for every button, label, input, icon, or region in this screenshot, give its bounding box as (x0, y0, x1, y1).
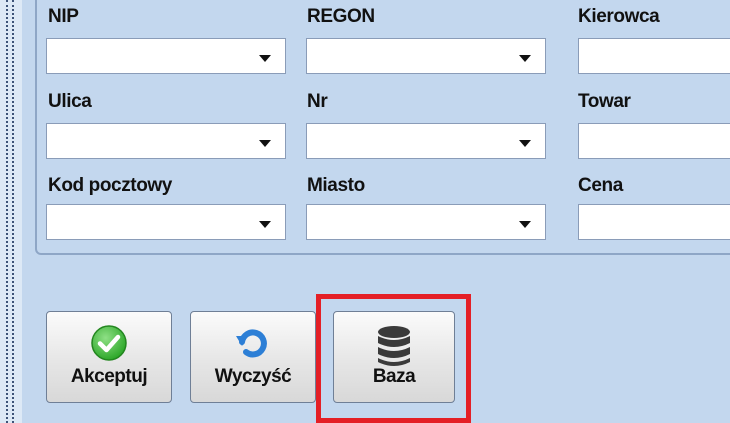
baza-button[interactable]: Baza (333, 311, 455, 403)
regon-label: REGON (307, 6, 375, 27)
wyczysc-button[interactable]: Wyczyść (190, 311, 316, 403)
miasto-label: Miasto (307, 175, 365, 196)
nr-label: Nr (307, 91, 328, 112)
kod-pocztowy-combobox[interactable] (46, 204, 286, 240)
nr-combobox[interactable] (306, 123, 546, 159)
cena-field[interactable] (578, 204, 730, 240)
dropdown-arrow-icon[interactable] (519, 221, 531, 228)
dropdown-arrow-icon[interactable] (259, 55, 271, 62)
towar-label: Towar (578, 91, 631, 112)
rail-divider (12, 0, 14, 423)
kierowca-label: Kierowca (578, 6, 660, 27)
dropdown-arrow-icon[interactable] (259, 221, 271, 228)
akceptuj-button[interactable]: Akceptuj (46, 311, 172, 403)
dropdown-arrow-icon[interactable] (259, 140, 271, 147)
regon-combobox[interactable] (306, 38, 546, 74)
wyczysc-label: Wyczyść (214, 366, 292, 387)
cena-label: Cena (578, 175, 623, 196)
miasto-combobox[interactable] (306, 204, 546, 240)
baza-label: Baza (372, 366, 416, 387)
ulica-combobox[interactable] (46, 123, 286, 159)
kod-pocztowy-label: Kod pocztowy (48, 175, 172, 196)
left-rail (0, 0, 22, 423)
towar-field[interactable] (578, 123, 730, 159)
refresh-icon (233, 324, 273, 369)
check-circle-icon (90, 324, 128, 367)
nip-label: NIP (48, 6, 79, 27)
ulica-label: Ulica (48, 91, 92, 112)
dropdown-arrow-icon[interactable] (519, 140, 531, 147)
rail-divider (6, 0, 8, 423)
akceptuj-label: Akceptuj (70, 366, 148, 387)
nip-combobox[interactable] (46, 38, 286, 74)
dropdown-arrow-icon[interactable] (519, 55, 531, 62)
kierowca-field[interactable] (578, 38, 730, 74)
